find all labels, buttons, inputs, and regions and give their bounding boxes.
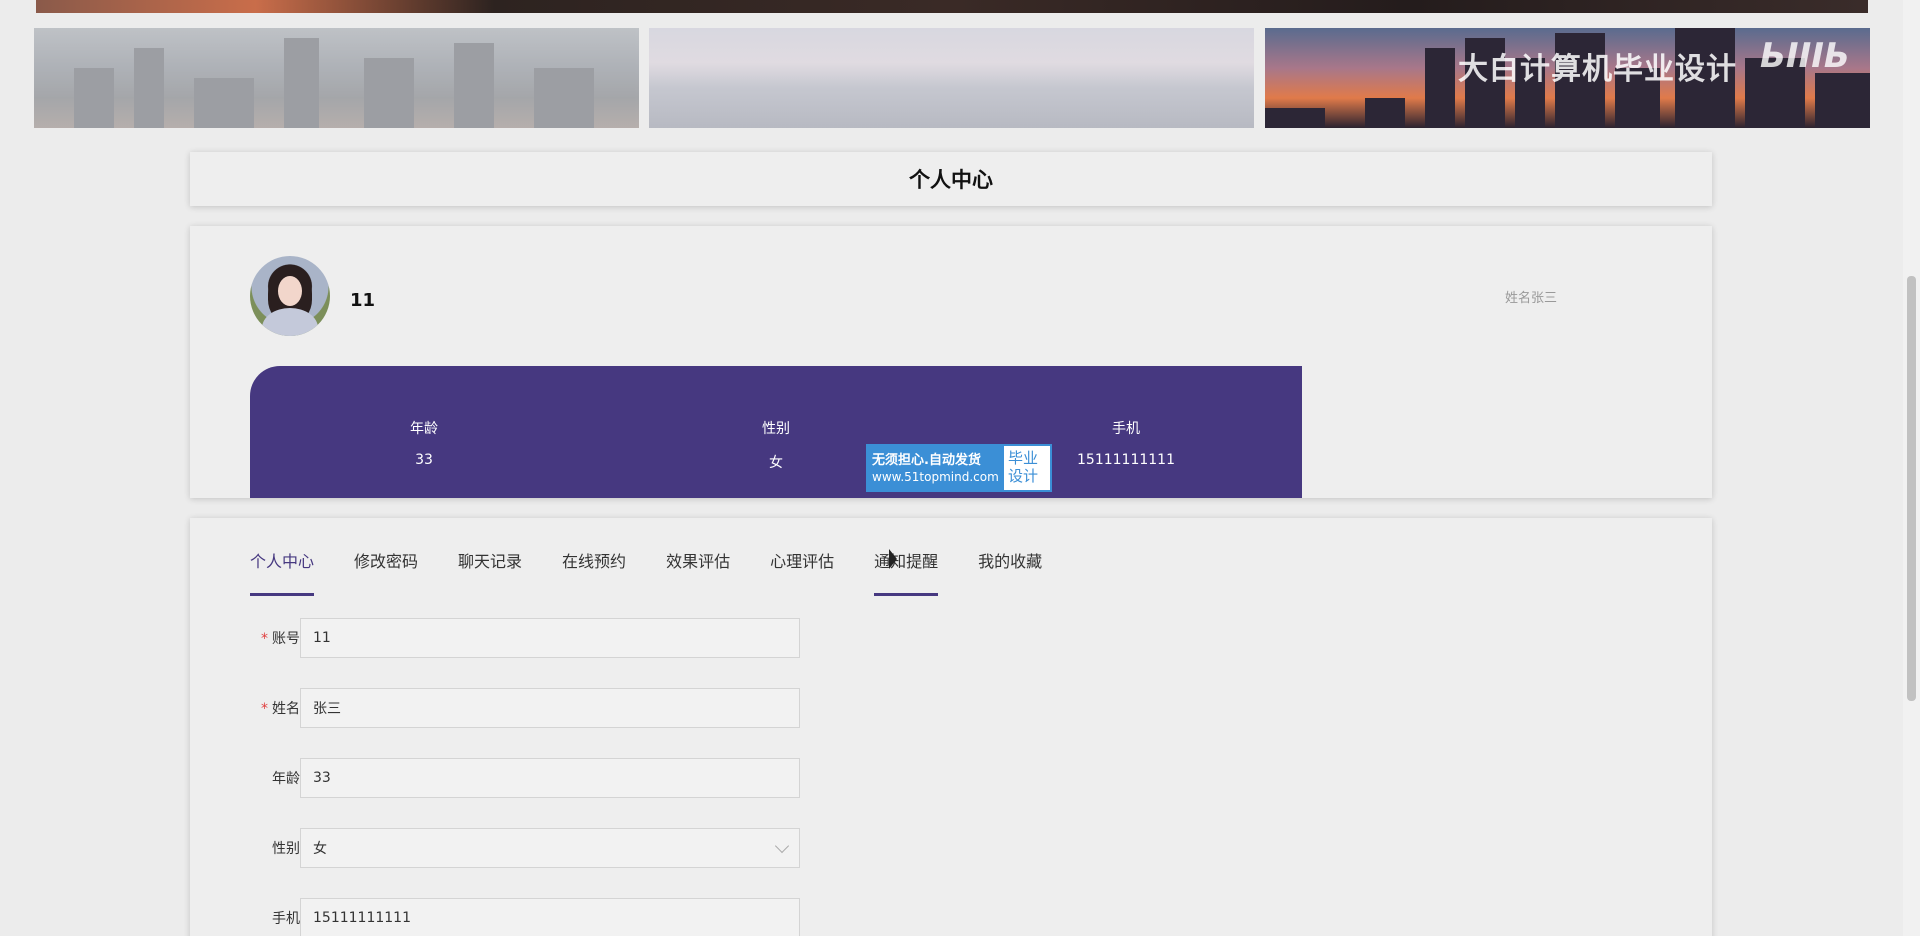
age-label: 年龄 [272,771,300,787]
form-row-gender: 性别 女 [250,828,800,868]
gender-label: 性别 [272,841,300,857]
stat-age-label: 年龄 [410,421,438,437]
page-scrollbar[interactable] [1903,0,1920,936]
profile-stats-panel: 年龄 33 性别 女 手机 15111111111 [250,366,1302,498]
promo-right: 毕业设计 [1008,449,1039,485]
name-input[interactable]: 张三 [300,688,800,728]
user-center-panel: 个人中心 修改密码 聊天记录 在线预约 效果评估 心理评估 通知提醒 我的收藏 … [190,518,1712,936]
tab-personal-center[interactable]: 个人中心 [250,548,315,596]
tab-change-password[interactable]: 修改密码 [354,548,418,596]
promo-badge: 无须担心.自动发货 www.51topmind.com 毕业设计 [866,444,1052,492]
tab-label: 在线预约 [562,552,627,571]
phone-label: 手机 [272,911,300,927]
tab-active-indicator [250,593,315,596]
tab-label: 修改密码 [354,552,419,571]
page-title-card: 个人中心 [190,152,1712,206]
tab-label: 通知提醒 [874,552,939,571]
required-mark: * [261,701,268,717]
tab-label: 个人中心 [250,552,315,571]
account-label: * 账号 [261,631,300,647]
stat-phone-label: 手机 [1112,421,1140,437]
stat-gender-value: 女 [769,455,783,471]
bilibili-logo-icon: ЬIIIЬ [1760,36,1850,76]
account-input[interactable]: 11 [300,618,800,658]
tab-hover-indicator [874,593,939,596]
avatar[interactable] [250,256,330,336]
tab-label: 聊天记录 [458,552,523,571]
tab-bar: 个人中心 修改密码 聊天记录 在线预约 效果评估 心理评估 通知提醒 我的收藏 [250,548,1082,596]
phone-input[interactable]: 15111111111 [300,898,800,936]
age-input[interactable]: 33 [300,758,800,798]
form-row-name: * 姓名 张三 [250,688,800,728]
stat-age: 年龄 33 [324,418,524,468]
profile-username: 11 [350,290,376,311]
banner-image-landscape[interactable] [649,28,1254,128]
watermark-text: 大白计算机毕业设计 [1458,52,1737,87]
tab-favorites[interactable]: 我的收藏 [978,548,1042,596]
profile-name-hint: 姓名张三 [1505,291,1558,306]
stat-gender: 性别 女 [676,418,876,472]
stat-phone-value: 15111111111 [1077,452,1175,468]
tab-notifications[interactable]: 通知提醒 [874,548,939,596]
scrollbar-thumb[interactable] [1907,276,1916,701]
tab-effect-assessment[interactable]: 效果评估 [666,548,730,596]
stat-gender-label: 性别 [762,421,790,437]
form-row-age: 年龄 33 [250,758,800,798]
tab-online-booking[interactable]: 在线预约 [562,548,626,596]
carousel-strip [36,0,1868,13]
gender-select[interactable]: 女 [300,828,800,868]
tab-label: 效果评估 [666,552,731,571]
form-row-phone: 手机 15111111111 [250,898,800,936]
tab-psych-assessment[interactable]: 心理评估 [770,548,834,596]
promo-line2: www.51topmind.com [872,470,999,484]
tab-label: 我的收藏 [978,552,1043,571]
tab-label: 心理评估 [770,552,835,571]
form-row-account: * 账号 11 [250,618,800,658]
banner-image-city[interactable] [34,28,639,128]
name-label: * 姓名 [261,701,300,717]
required-mark: * [261,631,268,647]
chevron-down-icon [774,838,790,854]
promo-line1: 无须担心.自动发货 [872,453,981,468]
page-title: 个人中心 [909,168,993,192]
tab-chat-history[interactable]: 聊天记录 [458,548,522,596]
stat-age-value: 33 [415,452,433,468]
stat-phone: 手机 15111111111 [1026,418,1226,468]
